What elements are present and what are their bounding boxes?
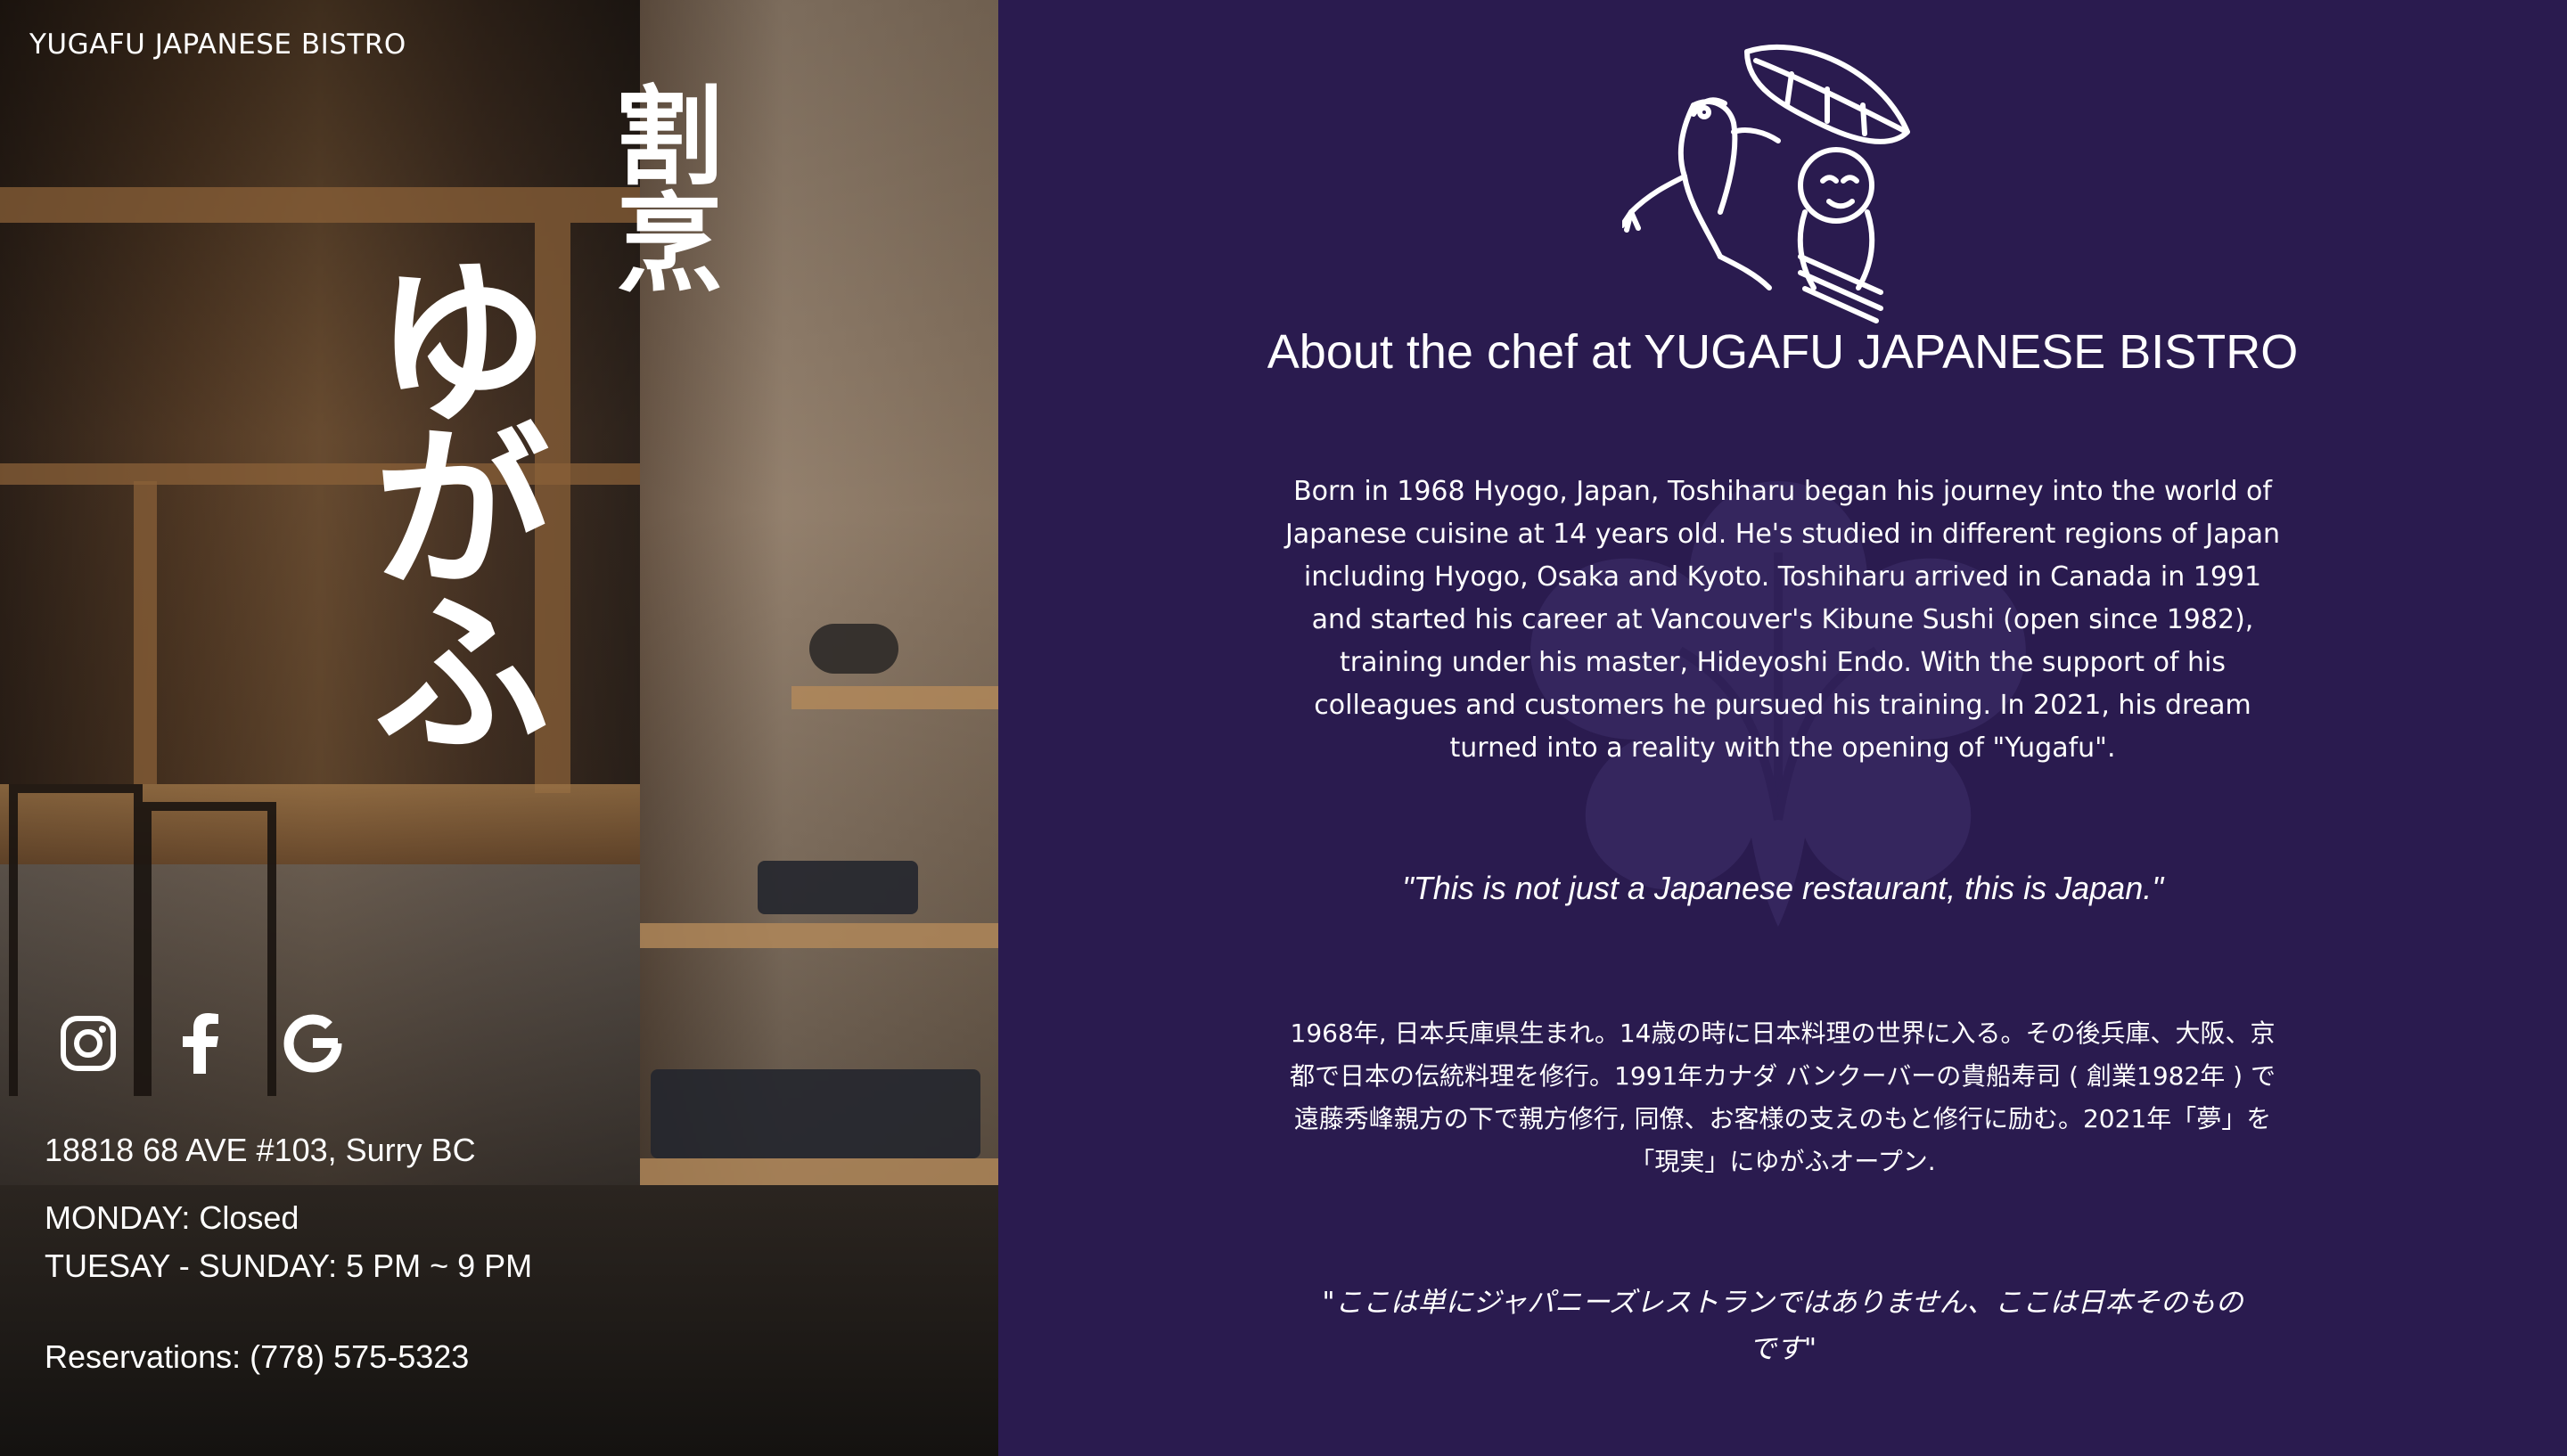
- opening-hours: MONDAY: Closed TUESAY - SUNDAY: 5 PM ~ 9…: [45, 1194, 532, 1290]
- hours-tuesday-sunday: TUESAY - SUNDAY: 5 PM ~ 9 PM: [45, 1247, 533, 1284]
- address: 18818 68 AVE #103, Surry BC: [45, 1132, 476, 1168]
- facebook-icon[interactable]: [169, 1012, 232, 1075]
- social-links: [57, 1012, 344, 1075]
- page-title: About the chef at YUGAFU JAPANESE BISTRO: [1267, 325, 2299, 379]
- shelf: [791, 686, 998, 709]
- shelf: [640, 923, 998, 948]
- hero-photo-panel: YUGAFU JAPANESE BISTRO 割烹 ゆがふ 18818 68 A…: [0, 0, 998, 1456]
- chef-bio-english: Born in 1968 Hyogo, Japan, Toshiharu beg…: [1284, 476, 2281, 764]
- calligraphy-kappo: 割烹: [597, 80, 723, 294]
- teapot: [809, 624, 898, 674]
- shelf: [640, 1158, 998, 1185]
- chef-quote-japanese: "ここは単にジャパニーズレストランではありません、ここは日本そのものです": [1322, 1287, 2243, 1365]
- plates: [758, 861, 918, 914]
- reservations-phone[interactable]: Reservations: (778) 575-5323: [45, 1338, 469, 1376]
- calligraphy-logo: 割烹 ゆがふ: [341, 80, 749, 864]
- chef-bio-japanese: 1968年, 日本兵庫県生まれ。14歳の時に日本料理の世界に入る。その後兵庫、大…: [1290, 1018, 2276, 1176]
- bowls: [651, 1069, 980, 1158]
- hours-monday: MONDAY: Closed: [45, 1199, 299, 1236]
- chef-quote-english: "This is not just a Japanese restaurant,…: [1402, 870, 2163, 906]
- frog-monk-logo-icon: [1622, 44, 1910, 323]
- instagram-icon[interactable]: [57, 1012, 119, 1075]
- google-icon[interactable]: [282, 1012, 344, 1075]
- site-title[interactable]: YUGAFU JAPANESE BISTRO: [29, 29, 406, 61]
- wood-post: [134, 481, 157, 784]
- calligraphy-yugafu: ゆがふ: [341, 249, 551, 747]
- about-chef-section: About the chef at YUGAFU JAPANESE BISTRO…: [998, 0, 2567, 1456]
